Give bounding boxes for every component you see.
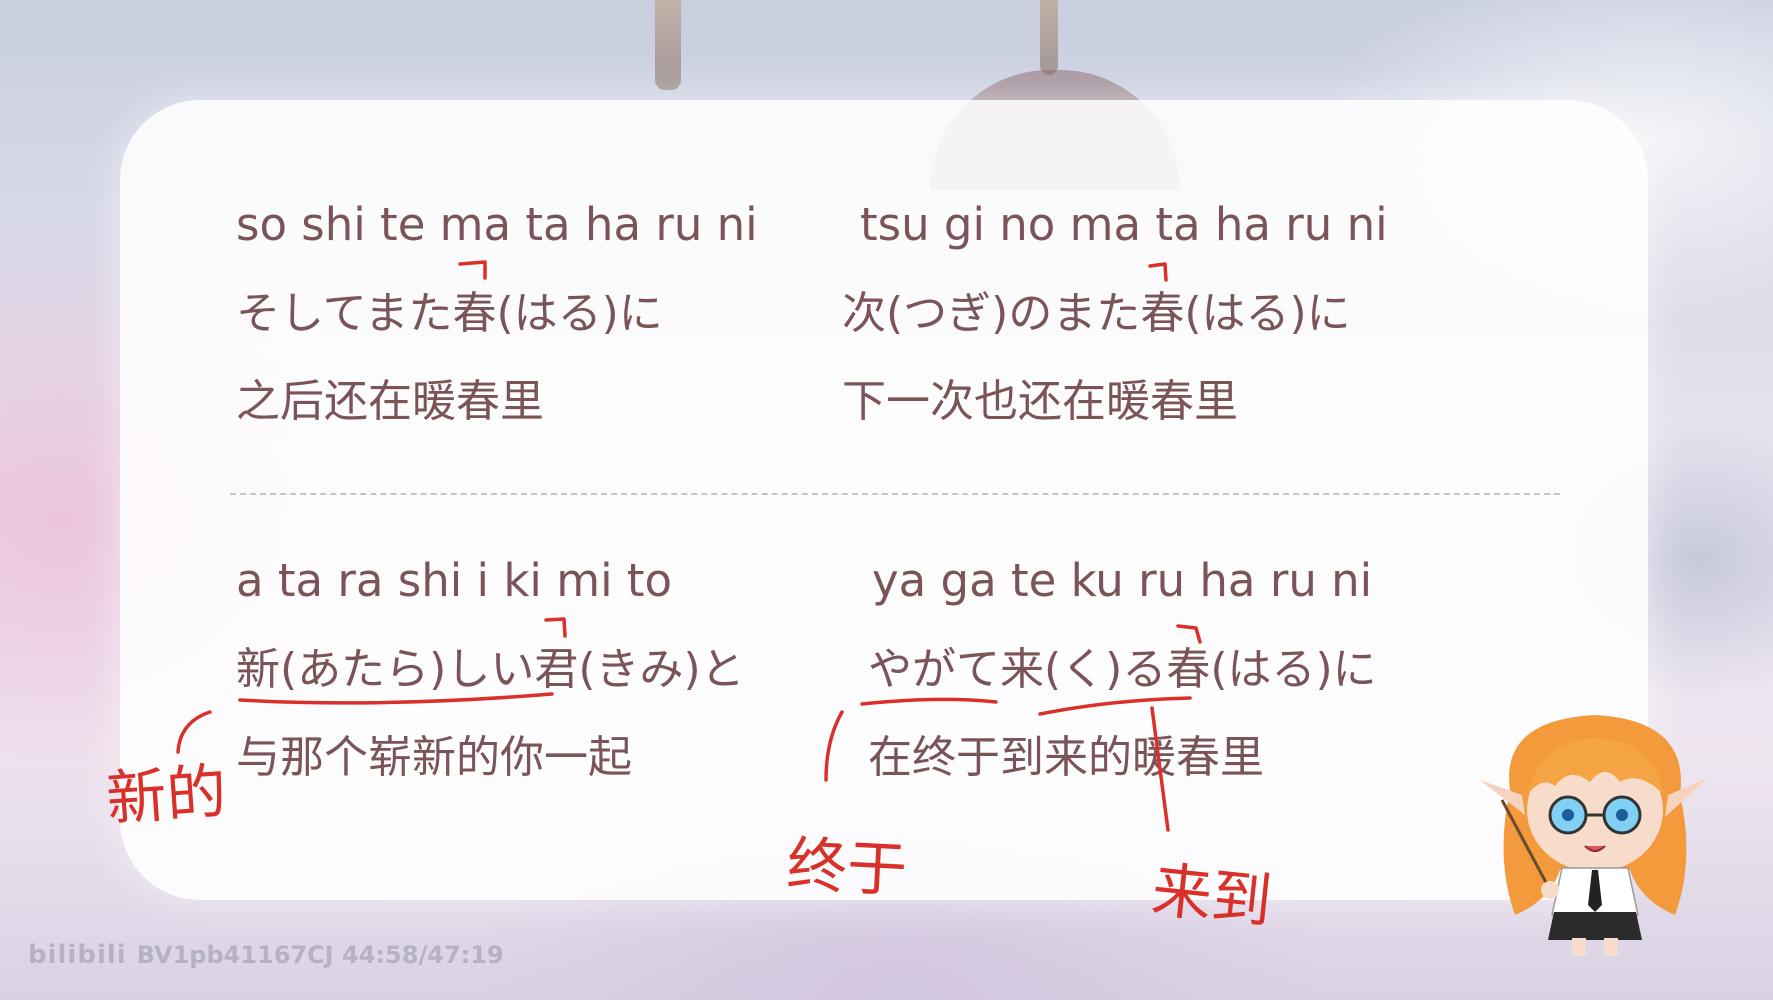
annotation-finally: 终于 [785,830,908,906]
accent-mark [458,260,487,280]
elf-teacher-mascot-icon [1480,715,1708,956]
accent-mark [1176,624,1202,644]
accent-mark [1148,262,1168,282]
lead-line [176,710,212,754]
accent-mark [544,617,567,638]
bilibili-logo: bilibili [28,940,127,970]
video-watermark: bilibili BV1pb41167CJ 44:58/47:19 [28,940,504,970]
annotation-arrive: 来到 [1148,855,1275,937]
underline-stroke [238,692,554,705]
video-id-timestamp: BV1pb41167CJ 44:58/47:19 [136,941,504,969]
annotation-new: 新的 [104,757,229,835]
lead-line [824,710,844,782]
underline-stroke [860,697,998,706]
lead-line [1150,706,1170,832]
underline-stroke [1038,696,1192,716]
